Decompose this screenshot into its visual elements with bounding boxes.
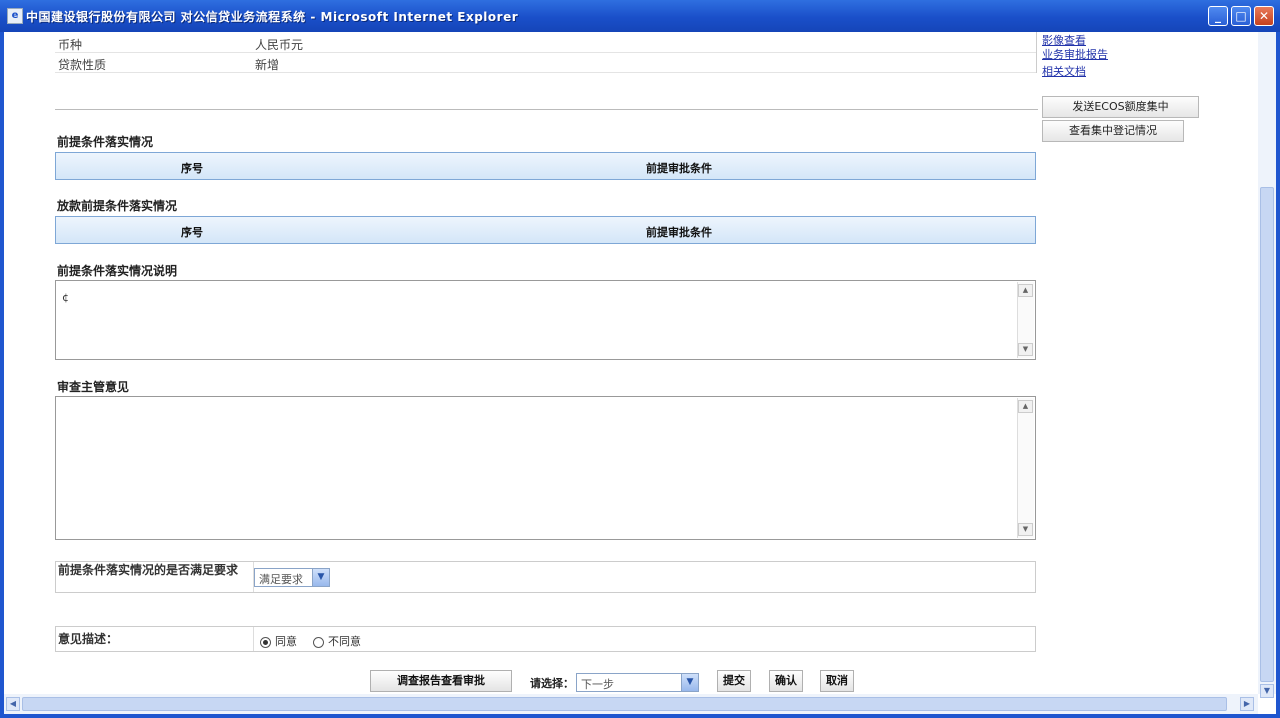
pre-loan-conditions-label: 前提条件落实情况: [57, 135, 154, 149]
requirement-select[interactable]: 满足要求 ▼: [254, 568, 330, 587]
radio-disagree-label: 不同意: [328, 635, 361, 648]
textarea-scrollbar[interactable]: ▲ ▼: [1017, 398, 1034, 538]
info-value: 人民币元: [255, 38, 304, 52]
radio-disagree[interactable]: 不同意: [313, 633, 361, 648]
scroll-down-arrow-icon[interactable]: ▼: [1018, 523, 1033, 536]
cancel-button[interactable]: 取消: [820, 670, 854, 692]
next-step-label: 请选择：: [530, 677, 574, 690]
opinion-row: 意见描述： 同意 不同意: [55, 626, 1036, 652]
chevron-down-icon[interactable]: ▼: [681, 674, 698, 691]
info-value: 新增: [255, 58, 280, 72]
radio-unselected-icon[interactable]: [313, 636, 324, 648]
submit-button[interactable]: 提交: [717, 670, 751, 692]
officer-opinion-textarea[interactable]: ▲ ▼: [55, 396, 1036, 540]
opinion-label: 意见描述：: [58, 632, 119, 646]
minimize-button[interactable]: _: [1208, 6, 1228, 26]
col-condition-header: 前提审批条件: [646, 162, 712, 175]
scroll-up-arrow-icon[interactable]: ▲: [1018, 400, 1033, 413]
col-condition-header: 前提审批条件: [646, 226, 712, 239]
col-index-header: 序号: [181, 226, 203, 239]
scroll-right-arrow-icon[interactable]: ▶: [1240, 697, 1254, 711]
window-title: 中国建设银行股份有限公司 对公信贷业务流程系统 - Microsoft Inte…: [26, 10, 519, 24]
scroll-down-arrow-icon[interactable]: ▼: [1260, 684, 1274, 698]
opinion-label-cell: 意见描述：: [56, 627, 254, 651]
officer-opinion-label: 审查主管意见: [57, 380, 130, 394]
section-divider: [55, 109, 1038, 110]
loan-conditions-grid-header: 序号 前提审批条件: [55, 216, 1036, 244]
scroll-left-arrow-icon[interactable]: ◀: [6, 697, 20, 711]
info-row-currency: 币种 人民币元: [55, 33, 1036, 53]
radio-agree-label: 同意: [275, 635, 297, 648]
window-frame-left: [0, 32, 4, 718]
send-ecos-button[interactable]: 发送ECOS额度集中: [1042, 96, 1199, 118]
requirement-label-cell: 前提条件落实情况的是否满足要求: [56, 562, 254, 592]
window-frame-bottom: [4, 714, 1276, 718]
pre-loan-conditions-grid-header: 序号 前提审批条件: [55, 152, 1036, 180]
info-row-loan-type: 贷款性质 新增: [55, 53, 1036, 73]
scroll-up-arrow-icon[interactable]: ▲: [1018, 284, 1033, 297]
window-frame-right: [1276, 32, 1280, 718]
condition-notes-label: 前提条件落实情况说明: [57, 264, 178, 278]
requirement-select-value: 满足要求: [259, 573, 303, 586]
close-button[interactable]: ✕: [1254, 6, 1274, 26]
textarea-scrollbar[interactable]: ▲ ▼: [1017, 282, 1034, 358]
col-index-header: 序号: [181, 162, 203, 175]
vertical-scroll-thumb[interactable]: [1260, 187, 1274, 682]
horizontal-scroll-thumb[interactable]: [22, 697, 1227, 711]
view-report-button[interactable]: 调查报告查看审批: [370, 670, 512, 692]
scroll-down-arrow-icon[interactable]: ▼: [1018, 343, 1033, 356]
link-related-docs[interactable]: 相关文档: [1042, 63, 1086, 79]
requirement-row: 前提条件落实情况的是否满足要求 满足要求 ▼: [55, 561, 1036, 593]
maximize-button[interactable]: □: [1231, 6, 1251, 26]
info-label: 贷款性质: [58, 58, 107, 72]
vertical-scrollbar[interactable]: ▼: [1258, 32, 1276, 698]
confirm-button[interactable]: 确认: [769, 670, 803, 692]
link-approval-report[interactable]: 业务审批报告: [1042, 46, 1108, 62]
ie-app-icon: e: [7, 8, 23, 24]
chevron-down-icon[interactable]: ▼: [312, 569, 329, 586]
condition-notes-text: ¢: [62, 291, 69, 304]
view-registration-button[interactable]: 查看集中登记情况: [1042, 120, 1184, 142]
radio-agree[interactable]: 同意: [260, 633, 297, 648]
info-label: 币种: [58, 38, 83, 52]
window-titlebar: e 中国建设银行股份有限公司 对公信贷业务流程系统 - Microsoft In…: [0, 0, 1280, 32]
horizontal-scrollbar[interactable]: ◀ ▶: [4, 694, 1258, 714]
next-step-select[interactable]: 下一步 ▼: [576, 673, 699, 692]
loan-conditions-label: 放款前提条件落实情况: [57, 199, 178, 213]
requirement-label: 前提条件落实情况的是否满足要求: [58, 563, 239, 577]
next-step-select-value: 下一步: [581, 678, 614, 691]
loan-info-table: 币种 人民币元 贷款性质 新增: [55, 32, 1037, 73]
condition-notes-textarea[interactable]: ¢ ▲ ▼: [55, 280, 1036, 360]
radio-selected-icon[interactable]: [260, 636, 271, 648]
